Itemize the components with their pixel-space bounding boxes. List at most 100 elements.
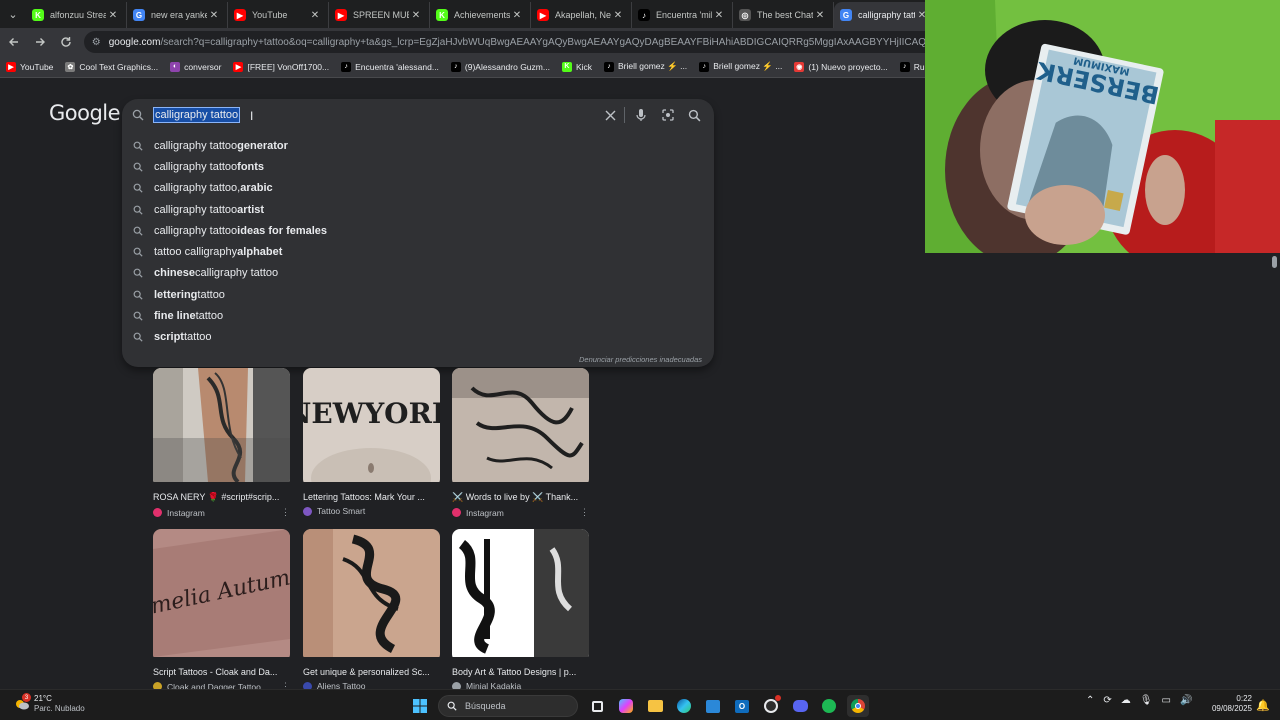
bookmark-item[interactable]: ♪ Briell gomez ⚡ ...: [604, 61, 687, 72]
reload-button[interactable]: [54, 30, 78, 54]
report-predictions-link[interactable]: Denunciar predicciones inadecuadas: [579, 355, 702, 364]
image-result-card[interactable]: Body Art & Tattoo Designs | p... Minjal …: [452, 529, 589, 691]
browser-tab[interactable]: ▶ Akapellah, New✕: [531, 2, 632, 28]
bookmark-item[interactable]: ◐ conversor: [170, 61, 221, 72]
page-scrollbar-thumb[interactable]: [1272, 256, 1277, 268]
image-result-card[interactable]: ⚔️ Words to live by ⚔️ Thank... Instagra…: [452, 368, 589, 518]
weather-widget[interactable]: 3 21°C Parc. Nublado: [14, 693, 85, 714]
result-thumbnail[interactable]: Amelia Autumn: [153, 529, 290, 662]
bookmark-item[interactable]: ▶ YouTube: [6, 61, 53, 72]
site-info-icon[interactable]: ⚙: [92, 37, 101, 48]
browser-tab[interactable]: K Achievements ✕: [430, 2, 531, 28]
search-suggestion[interactable]: tattoo calligraphy alphabet: [122, 241, 714, 262]
bookmark-item[interactable]: ♪ (9)Alessandro Guzm...: [450, 61, 550, 72]
browser-tab[interactable]: Gnew era yankees✕: [127, 2, 228, 28]
image-result-card[interactable]: Amelia Autumn Script Tattoos - Cloak and…: [153, 529, 290, 692]
clock[interactable]: 0:22 09/08/2025: [1208, 694, 1252, 714]
back-button[interactable]: [2, 30, 26, 54]
search-suggestion[interactable]: lettering tattoo: [122, 284, 714, 305]
bookmark-item[interactable]: ♪ Encuentra 'alessand...: [341, 61, 439, 72]
browser-tab[interactable]: Gcalligraphy tatt ✕: [834, 2, 935, 28]
image-search-button[interactable]: [658, 105, 678, 125]
more-options-icon[interactable]: ⋮: [281, 507, 290, 518]
result-caption[interactable]: ⚔️ Words to live by ⚔️ Thank...: [452, 492, 589, 503]
image-result-card[interactable]: ROSA NERY 🌹 #script#scrip... Instagram ⋮: [153, 368, 290, 518]
cloud-icon[interactable]: ☁: [1121, 695, 1131, 706]
result-thumbnail[interactable]: NEWYORK: [303, 368, 440, 487]
search-input[interactable]: calligraphy tattoo: [153, 107, 241, 123]
show-hidden-icons-icon[interactable]: ⌃: [1086, 695, 1094, 706]
outlook-button[interactable]: O: [731, 695, 753, 717]
search-suggestion[interactable]: calligraphy tattoo, arabic: [122, 178, 714, 199]
browser-tab[interactable]: ▶ SPREEN MUESTRA✕: [329, 2, 430, 28]
date: 09/08/2025: [1211, 704, 1252, 713]
discord-button[interactable]: [789, 695, 811, 717]
close-tab-icon[interactable]: ✕: [207, 10, 221, 21]
result-thumbnail[interactable]: [452, 368, 589, 487]
microphone-icon[interactable]: 🎙: [1140, 695, 1153, 706]
clear-search-button[interactable]: [600, 105, 620, 125]
spotify-button[interactable]: [818, 695, 840, 717]
result-thumbnail[interactable]: [452, 529, 589, 662]
search-suggestion[interactable]: calligraphy tattoo generator: [122, 135, 714, 156]
close-tab-icon[interactable]: ✕: [712, 10, 726, 21]
bookmark-item[interactable]: ♪ Briell gomez ⚡ ...: [699, 61, 782, 72]
bookmark-label: Encuentra 'alessand...: [355, 61, 439, 72]
tab-title: SPREEN MUESTRA: [353, 10, 409, 20]
bookmark-item[interactable]: ▶ [FREE] VonOff1700...: [233, 61, 329, 72]
image-result-card[interactable]: Get unique & personalized Sc... Aliens T…: [303, 529, 440, 691]
volume-icon[interactable]: 🔊: [1180, 695, 1192, 706]
bookmark-favicon-icon: ♪: [450, 61, 461, 72]
close-tab-icon[interactable]: ✕: [409, 10, 423, 21]
search-suggestion[interactable]: calligraphy tattoo artist: [122, 199, 714, 220]
task-view-button[interactable]: [586, 695, 608, 717]
tab-search-menu-icon[interactable]: ⌄: [0, 0, 26, 28]
start-button[interactable]: [409, 695, 431, 717]
result-caption[interactable]: Get unique & personalized Sc...: [303, 667, 440, 677]
result-caption[interactable]: Lettering Tattoos: Mark Your ...: [303, 492, 440, 502]
result-caption[interactable]: Body Art & Tattoo Designs | p...: [452, 667, 589, 677]
bookmark-item[interactable]: ◉ (1) Nuevo proyecto...: [794, 61, 888, 72]
taskbar-search[interactable]: Búsqueda: [438, 695, 578, 717]
result-source[interactable]: Tattoo Smart: [303, 506, 440, 516]
search-suggestion[interactable]: calligraphy tattoo fonts: [122, 156, 714, 177]
close-tab-icon[interactable]: ✕: [308, 10, 322, 21]
search-suggestion[interactable]: fine line tattoo: [122, 305, 714, 326]
result-thumbnail[interactable]: [153, 368, 290, 487]
close-tab-icon[interactable]: ✕: [106, 10, 120, 21]
image-result-card[interactable]: NEWYORK Lettering Tattoos: Mark Your ...…: [303, 368, 440, 516]
more-options-icon[interactable]: ⋮: [580, 507, 589, 518]
sync-icon[interactable]: ⟳: [1103, 695, 1111, 706]
search-suggestion[interactable]: calligraphy tattoo ideas for females: [122, 220, 714, 241]
result-source[interactable]: Instagram ⋮: [452, 507, 589, 518]
browser-tab[interactable]: Kalfonzuu Stream✕: [26, 2, 127, 28]
close-tab-icon[interactable]: ✕: [813, 10, 827, 21]
network-icon[interactable]: ▭: [1161, 695, 1170, 706]
chrome-button[interactable]: [847, 695, 869, 717]
close-tab-icon[interactable]: ✕: [510, 10, 524, 21]
bookmark-item[interactable]: ✿ Cool Text Graphics...: [65, 61, 158, 72]
browser-tab[interactable]: ♪ Encuentra 'mil ✕: [632, 2, 733, 28]
store-button[interactable]: [702, 695, 724, 717]
forward-button[interactable]: [28, 30, 52, 54]
edge-button[interactable]: [673, 695, 695, 717]
game-app-button[interactable]: [760, 695, 782, 717]
voice-search-button[interactable]: [631, 105, 651, 125]
browser-tab[interactable]: ▶ YouTube ✕: [228, 2, 329, 28]
search-suggestion[interactable]: chinese calligraphy tattoo: [122, 263, 714, 284]
result-source[interactable]: Instagram ⋮: [153, 507, 290, 518]
result-caption[interactable]: ROSA NERY 🌹 #script#scrip...: [153, 492, 290, 503]
notifications-icon[interactable]: 🔔: [1256, 699, 1270, 712]
file-explorer-button[interactable]: [644, 695, 666, 717]
copilot-button[interactable]: [615, 695, 637, 717]
submit-search-button[interactable]: [684, 105, 704, 125]
bookmark-item[interactable]: K Kick: [561, 61, 592, 72]
browser-tab[interactable]: ◎ The best ChatB✕: [733, 2, 834, 28]
result-thumbnail[interactable]: [303, 529, 440, 662]
result-caption[interactable]: Script Tattoos - Cloak and Da...: [153, 667, 290, 677]
search-suggestion[interactable]: script tattoo: [122, 327, 714, 348]
tattoo-smart-icon: [303, 506, 312, 516]
close-tab-icon[interactable]: ✕: [611, 10, 625, 21]
google-logo[interactable]: Google: [49, 101, 121, 125]
result-source-name: Tattoo Smart: [317, 506, 366, 516]
